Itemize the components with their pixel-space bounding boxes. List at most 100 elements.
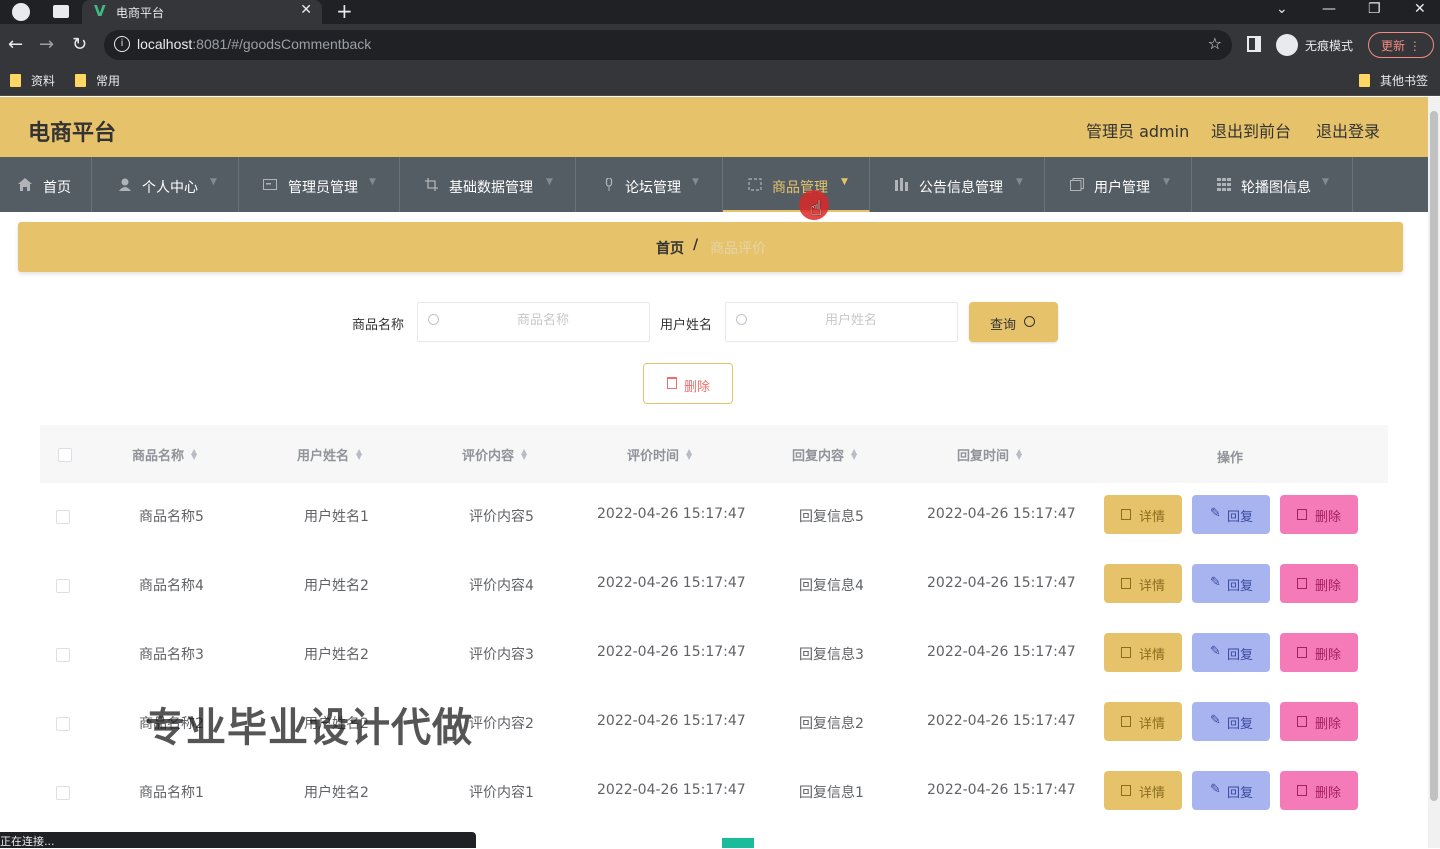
sort-icon[interactable]: ▲ ▼ [191,448,197,461]
nav-item-carousel[interactable]: 轮播图信息 ▼ [1192,157,1353,212]
close-tab-icon[interactable]: ✕ [300,2,312,18]
tab-list-chevron-icon[interactable]: ⌄ [1276,1,1288,17]
user-name-input[interactable] [756,313,946,328]
edit-icon: ✎ [1210,713,1221,728]
bookmark-folder-ziliao[interactable]: 资料 [10,72,55,89]
header-label: 商品名称 [132,449,185,464]
sort-icon[interactable]: ▲ ▼ [1016,448,1022,461]
select-all-checkbox[interactable] [58,448,72,462]
close-window-icon[interactable]: ✕ [1414,1,1426,17]
bookmark-star-icon[interactable]: ☆ [1208,34,1222,53]
address-bar[interactable]: i localhost:8081/#/goodsCommentback ☆ [104,30,1232,60]
bookmark-folder-changyong[interactable]: 常用 [75,72,120,89]
reload-icon[interactable]: ↻ [72,34,87,55]
cell-comment-time: 2022-04-26 15:17:47 [597,575,746,591]
bulk-delete-button[interactable]: 删除 [643,363,733,404]
breadcrumb-home[interactable]: 首页 [656,238,684,258]
sort-icon[interactable]: ▲ ▼ [521,448,527,461]
nav-item-users[interactable]: 用户管理 ▼ [1045,157,1192,212]
table-header: 商品名称 ▲ ▼ 用户姓名 ▲ ▼ 评价内容 ▲ ▼ 评价时间 ▲ ▼ 回复内容 ▲ ▼ 回复时间 ▲… [40,425,1388,483]
nav-item-notice[interactable]: 公告信息管理 ▼ [870,157,1045,212]
nav-item-admin-management[interactable]: 管理员管理 ▼ [239,157,400,212]
document-icon [1121,716,1131,727]
detail-button[interactable]: 详情 [1104,564,1182,603]
column-header-comment-time[interactable]: 评价时间 ▲ ▼ [627,445,692,465]
vue-favicon-icon: V [94,2,106,20]
scrollbar-thumb[interactable] [1430,111,1438,801]
delete-button[interactable]: 删除 [1280,564,1358,603]
browser-tab-title: 电商平台 [116,6,165,20]
row-checkbox[interactable] [56,648,70,662]
detail-button[interactable]: 详情 [1104,633,1182,672]
nav-item-forum[interactable]: 论坛管理 ▼ [576,157,723,212]
url-host: localhost [137,36,193,52]
pagination-current-page[interactable] [722,838,754,848]
row-checkbox[interactable] [56,786,70,800]
back-to-front-link[interactable]: 退出到前台 [1211,118,1291,142]
hand-cursor-icon: ☝ [810,196,823,220]
tab-search-icon[interactable] [53,5,69,18]
sort-icon[interactable]: ▲ ▼ [686,448,692,461]
cell-goods-name: 商品名称1 [139,785,204,801]
minimize-icon[interactable]: — [1322,1,1336,17]
column-header-comment[interactable]: 评价内容 ▲ ▼ [462,445,527,465]
column-header-goods-name[interactable]: 商品名称 ▲ ▼ [132,445,197,465]
nav-item-personal-center[interactable]: 个人中心 ▼ [92,157,239,212]
nav-item-home[interactable]: 首页 [0,157,92,212]
url-text[interactable]: localhost:8081/#/goodsCommentback [137,36,371,52]
incognito-icon[interactable] [1276,34,1298,56]
nav-label: 个人中心 [142,180,198,196]
goods-name-label: 商品名称 [352,318,405,333]
site-info-icon[interactable]: i [114,36,130,52]
column-header-user-name[interactable]: 用户姓名 ▲ ▼ [297,445,362,465]
restore-icon[interactable]: ❐ [1368,1,1381,17]
row-checkbox[interactable] [56,510,70,524]
browser-tab[interactable]: V 电商平台 ✕ [82,0,322,24]
nav-item-basic-data[interactable]: 基础数据管理 ▼ [400,157,576,212]
nav-item-goods-management[interactable]: 商品管理 ▼ [723,157,870,212]
new-tab-icon[interactable]: + [336,0,353,22]
reply-button[interactable]: ✎ 回复 [1192,633,1270,672]
globe-icon[interactable] [12,3,30,21]
delete-button[interactable]: 删除 [1280,771,1358,810]
column-header-reply[interactable]: 回复内容 ▲ ▼ [792,445,857,465]
cell-comment-time: 2022-04-26 15:17:47 [597,713,746,729]
folder-icon [1359,74,1370,87]
reply-button[interactable]: ✎ 回复 [1192,771,1270,810]
side-panel-icon[interactable] [1247,36,1261,52]
cell-reply: 回复信息2 [799,716,864,732]
delete-button[interactable]: 删除 [1280,495,1358,534]
goods-name-field[interactable] [417,302,650,342]
delete-button[interactable]: 删除 [1280,633,1358,672]
query-button[interactable]: 查询 [969,302,1058,342]
chevron-down-icon: ▼ [1016,177,1023,187]
reply-button[interactable]: ✎ 回复 [1192,702,1270,741]
cell-goods-name: 商品名称5 [139,509,204,525]
nav-label: 管理员管理 [288,180,358,196]
update-button[interactable]: 更新 ⋮ [1368,32,1434,58]
detail-button[interactable]: 详情 [1104,702,1182,741]
column-header-reply-time[interactable]: 回复时间 ▲ ▼ [957,445,1022,465]
row-checkbox[interactable] [56,579,70,593]
detail-button[interactable]: 详情 [1104,771,1182,810]
cell-user-name: 用户姓名2 [304,785,369,801]
cell-user-name: 用户姓名2 [304,578,369,594]
cell-reply: 回复信息1 [799,785,864,801]
nav-label: 轮播图信息 [1241,180,1311,196]
back-icon[interactable]: ← [8,34,23,55]
forward-icon[interactable]: → [39,34,54,55]
user-name-field[interactable] [725,302,958,342]
delete-button[interactable]: 删除 [1280,702,1358,741]
page-scrollbar[interactable] [1428,97,1440,848]
detail-button[interactable]: 详情 [1104,495,1182,534]
main-nav: 首页 个人中心 ▼ 管理员管理 ▼ 基础数据管理 ▼ 论坛管理 ▼ 商品管理 ▼… [0,157,1428,212]
goods-name-input[interactable] [448,313,638,328]
sort-icon[interactable]: ▲ ▼ [851,448,857,461]
logout-link[interactable]: 退出登录 [1316,118,1380,142]
reply-button[interactable]: ✎ 回复 [1192,495,1270,534]
row-checkbox[interactable] [56,717,70,731]
cell-comment-time: 2022-04-26 15:17:47 [597,782,746,798]
other-bookmarks[interactable]: 其他书签 [1359,72,1428,89]
reply-button[interactable]: ✎ 回复 [1192,564,1270,603]
sort-icon[interactable]: ▲ ▼ [356,448,362,461]
